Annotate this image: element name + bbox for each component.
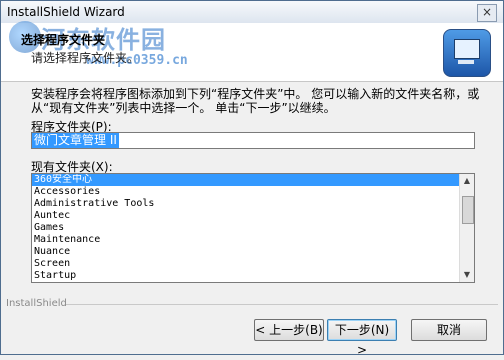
cancel-button[interactable]: 取消 <box>411 319 487 341</box>
list-item[interactable]: Games <box>32 222 459 234</box>
scroll-thumb[interactable] <box>462 196 474 224</box>
existing-folders-list[interactable]: 360安全中心 Accessories Administrative Tools Au… <box>31 173 475 283</box>
list-item[interactable]: Accessories <box>32 186 459 198</box>
program-folder-input[interactable]: 微门文章管理 II <box>31 132 475 149</box>
instructions-text: 安装程序会将程序图标添加到下列“程序文件夹”中。 您可以输入新的文件夹名称，或从… <box>31 87 480 115</box>
installer-computer-icon <box>443 29 491 77</box>
list-item[interactable]: Nuance <box>32 246 459 258</box>
list-item[interactable]: Startup <box>32 270 459 282</box>
scroll-down-icon[interactable]: ▼ <box>460 268 474 282</box>
list-item[interactable]: 360安全中心 <box>32 174 459 186</box>
back-button[interactable]: < 上一步(B) <box>254 319 324 341</box>
page-title: 选择程序文件夹 <box>21 33 106 47</box>
footer-divider <box>66 304 498 305</box>
next-button[interactable]: 下一步(N) > <box>327 319 397 357</box>
wizard-header: 河东软件园 www.pc0359.cn 选择程序文件夹 请选择程序文件夹。 <box>1 21 503 82</box>
vertical-scrollbar[interactable]: ▲ ▼ <box>459 174 474 282</box>
program-folder-value: 微门文章管理 II <box>32 133 119 148</box>
installer-window: InstallShield Wizard × 河东软件园 www.pc0359.… <box>0 0 504 357</box>
scroll-up-icon[interactable]: ▲ <box>460 174 474 188</box>
page-subtitle: 请选择程序文件夹。 <box>31 51 140 65</box>
close-icon[interactable]: × <box>477 4 497 22</box>
list-item[interactable]: Screen <box>32 258 459 270</box>
list-item[interactable]: Auntec <box>32 210 459 222</box>
installshield-brand: InstallShield <box>6 298 67 309</box>
list-item[interactable]: Administrative Tools <box>32 198 459 210</box>
list-item[interactable]: Maintenance <box>32 234 459 246</box>
window-title: InstallShield Wizard <box>7 5 125 19</box>
